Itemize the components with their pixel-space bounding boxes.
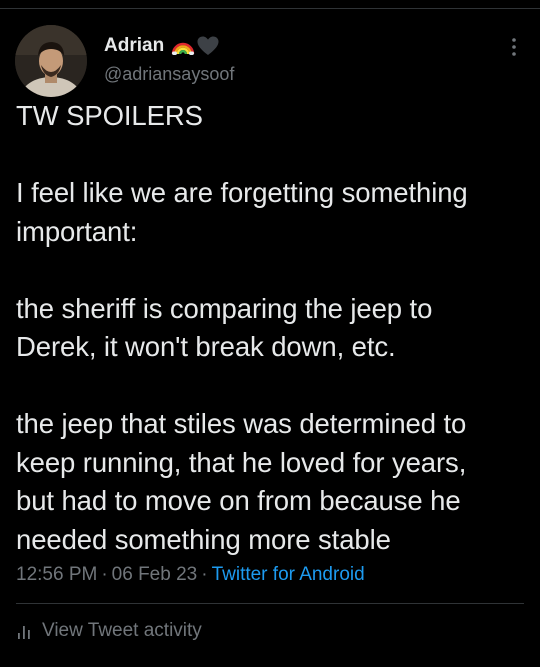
view-tweet-activity-label: View Tweet activity [42,620,202,641]
tweet-line: but had to move on from because he [16,485,461,516]
display-name-row: Adrian [104,34,220,58]
tweet-line: needed something more stable [16,523,391,555]
display-name[interactable]: Adrian [104,35,164,57]
tweet-line: important: [16,215,138,247]
bar-chart-icon [18,626,30,639]
more-vertical-icon [512,38,516,56]
tweet-source-link[interactable]: Twitter for Android [212,564,365,585]
profile-photo-icon [15,25,87,97]
tweet-date[interactable]: 06 Feb 23 [112,564,198,585]
tweet-time[interactable]: 12:56 PM [16,564,97,585]
view-tweet-activity-button[interactable]: View Tweet activity [16,620,202,642]
section-divider [16,603,524,604]
tweet-metadata: 12:56 PM · 06 Feb 23 · Twitter for Android [16,564,365,586]
meta-separator: · [201,564,208,585]
top-divider [0,8,540,9]
rainbow-icon [171,42,195,55]
more-options-button[interactable] [504,36,524,58]
avatar[interactable] [15,25,87,97]
tweet-line: I feel like we are forgetting something [16,177,468,208]
tweet-line: the sheriff is comparing the jeep to [16,292,433,324]
tweet-line: Derek, it won't break down, etc. [16,331,396,362]
tweet-line: keep running, that he loved for years, [16,446,467,478]
meta-separator: · [101,564,108,585]
tweet-text: TW SPOILERS I feel like we are forgettin… [16,97,528,559]
black-heart-icon [197,36,219,55]
tweet-line: the jeep that stiles was determined to [16,408,467,439]
name-emojis [171,35,220,57]
user-handle[interactable]: @adriansaysoof [104,64,234,85]
tweet-line: TW SPOILERS [16,100,203,131]
